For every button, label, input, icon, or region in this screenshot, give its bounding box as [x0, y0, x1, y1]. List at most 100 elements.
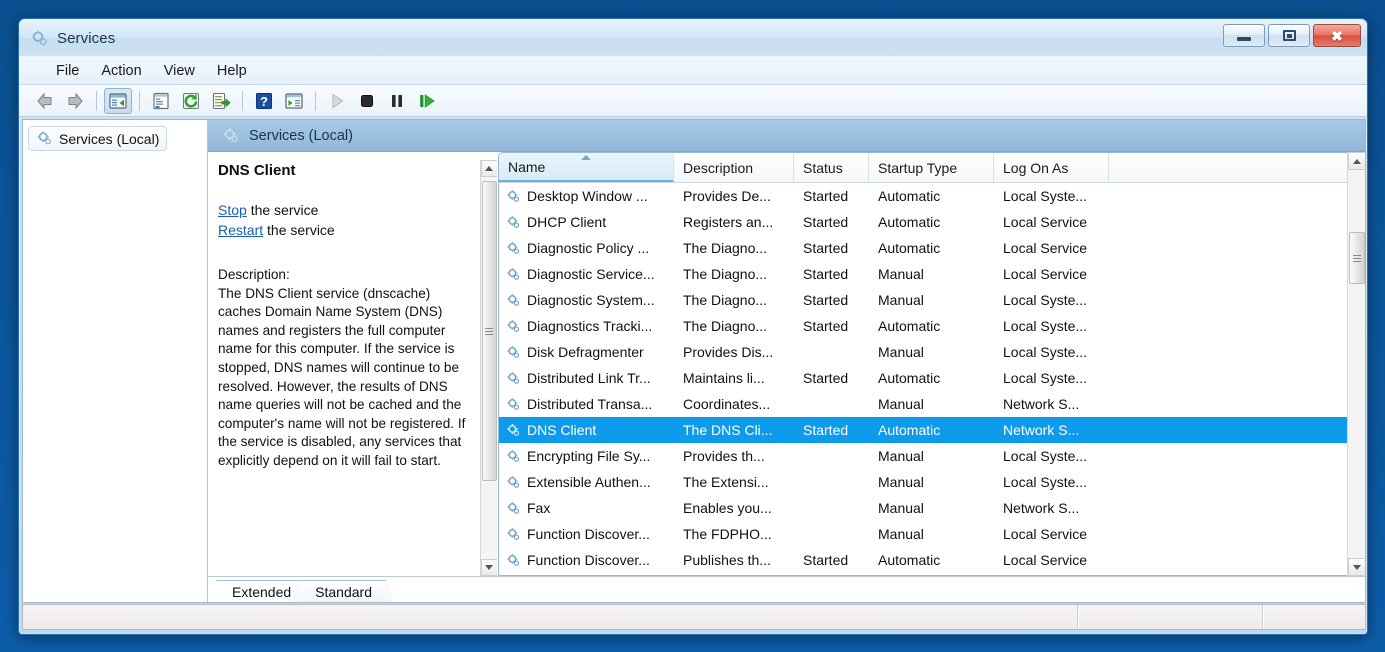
toolbar-separator-4	[315, 90, 316, 111]
cell-startup: Manual	[878, 344, 924, 360]
restore-icon	[1282, 30, 1296, 41]
table-row[interactable]: Diagnostics Tracki... The Diagno... Starte…	[499, 313, 1364, 339]
restore-button[interactable]	[1268, 24, 1310, 47]
cell-startup: Manual	[878, 448, 924, 464]
detail-scroll-track[interactable]	[480, 177, 497, 559]
table-row[interactable]: Diagnostic System... The Diagno... Started…	[499, 287, 1364, 313]
service-gear-icon	[506, 553, 521, 568]
table-row[interactable]: Distributed Transa... Coordinates... Manua…	[499, 391, 1364, 417]
show-hide-action-pane-icon	[285, 92, 303, 109]
description-label: Description:	[218, 267, 290, 282]
show-hide-action-pane-icon[interactable]	[280, 88, 308, 114]
table-row[interactable]: Function Discover... Publishes th... Start…	[499, 547, 1364, 573]
table-row[interactable]: Distributed Link Tr... Maintains li... Sta…	[499, 365, 1364, 391]
pause-service-icon	[392, 94, 402, 107]
properties-icon[interactable]	[147, 88, 175, 114]
service-gear-icon	[506, 215, 521, 230]
menu-help[interactable]: Help	[206, 60, 258, 82]
services-window: Services ✖ File Action View Help ? Servi…	[18, 18, 1368, 635]
services-list-rows[interactable]: Desktop Window ... Provides De... Started A…	[499, 183, 1364, 575]
close-button[interactable]: ✖	[1313, 24, 1361, 47]
column-header-log-on-as[interactable]: Log On As	[994, 153, 1109, 182]
cell-startup: Automatic	[878, 214, 941, 230]
service-gear-icon	[507, 319, 520, 332]
services-gear-icon	[223, 127, 238, 142]
column-header-description[interactable]: Description	[674, 153, 794, 182]
menu-action[interactable]: Action	[90, 60, 152, 82]
cell-text: Function Discover...	[527, 552, 650, 568]
table-row[interactable]: DHCP Client Registers an... Started Automat…	[499, 209, 1364, 235]
scroll-up-arrow-icon[interactable]	[1347, 152, 1365, 170]
menu-view[interactable]: View	[153, 60, 206, 82]
service-action-links: Stop the service Restart the service	[218, 200, 493, 240]
forward-arrow-icon[interactable]	[61, 88, 89, 114]
pause-service-icon[interactable]	[383, 88, 411, 114]
cell-description: The Extensi...	[683, 474, 769, 490]
panes-row: DNS Client Stop the service Restart the s…	[208, 152, 1365, 576]
table-row[interactable]: Fax Enables you... Manual Network S...	[499, 495, 1364, 521]
column-header-status[interactable]: Status	[794, 153, 869, 182]
table-row[interactable]: Diagnostic Policy ... The Diagno... Starte…	[499, 235, 1364, 261]
cell-logon: Local Syste...	[1003, 474, 1088, 490]
window-title: Services	[57, 29, 116, 47]
table-row[interactable]: Function Discover... The FDPHO... Manual Lo…	[499, 521, 1364, 547]
scroll-up-arrow-icon[interactable]	[480, 160, 497, 177]
cell-name: Diagnostics Tracki...	[499, 318, 674, 334]
cell-startup: Automatic	[878, 188, 941, 204]
console-header-label: Services (Local)	[249, 127, 353, 144]
properties-icon	[153, 92, 169, 109]
cell-text: Fax	[527, 500, 551, 516]
window-controls: ✖	[1223, 24, 1361, 47]
cell-name: Diagnostic Policy ...	[499, 240, 674, 256]
service-gear-icon	[507, 189, 520, 202]
show-hide-console-tree-icon[interactable]	[104, 87, 132, 114]
table-row[interactable]: Extensible Authen... The Extensi... Manual…	[499, 469, 1364, 495]
service-gear-icon	[507, 345, 520, 358]
service-gear-icon	[506, 293, 521, 308]
tab-label: Extended	[232, 583, 292, 600]
table-row[interactable]: Desktop Window ... Provides De... Started A…	[499, 183, 1364, 209]
refresh-icon[interactable]	[177, 88, 205, 114]
service-gear-icon	[507, 423, 520, 436]
console-pane-scrollbar[interactable]	[1347, 152, 1365, 576]
table-row[interactable]: Disk Defragmenter Provides Dis... Manual Lo…	[499, 339, 1364, 365]
detail-pane-scrollbar[interactable]	[480, 160, 497, 576]
table-row[interactable]: Diagnostic Service... The Diagno... Starte…	[499, 261, 1364, 287]
stop-service-link[interactable]: Stop	[218, 202, 247, 218]
cell-name: Diagnostic Service...	[499, 266, 674, 282]
scroll-down-arrow-icon[interactable]	[1347, 558, 1365, 576]
column-header-name[interactable]: Name	[499, 153, 674, 182]
column-header-label: Startup Type	[878, 159, 958, 176]
cell-description: The DNS Cli...	[683, 422, 773, 438]
table-row[interactable]: DNS Client The DNS Cli... Started Automatic…	[499, 417, 1364, 443]
tab-standard[interactable]: Standard	[291, 580, 394, 602]
cell-text: Encrypting File Sy...	[527, 448, 651, 464]
restart-service-icon[interactable]	[413, 88, 441, 114]
console-scroll-thumb[interactable]	[1348, 232, 1365, 284]
cell-name: Function Discover...	[499, 526, 674, 542]
cell-name: Function Discover...	[499, 552, 674, 568]
stop-service-link-line: Stop the service	[218, 200, 493, 220]
cell-description: Maintains li...	[683, 370, 765, 386]
cell-text: Function Discover...	[527, 526, 650, 542]
service-gear-icon	[507, 215, 520, 228]
help-icon[interactable]: ?	[250, 88, 278, 114]
cell-text: Desktop Window ...	[527, 188, 648, 204]
console-scroll-track[interactable]	[1347, 170, 1365, 558]
export-list-icon[interactable]	[207, 88, 235, 114]
menu-file[interactable]: File	[45, 60, 90, 82]
service-gear-icon	[506, 189, 521, 204]
stop-service-icon[interactable]	[353, 88, 381, 114]
table-row[interactable]: Encrypting File Sy... Provides th... Manua…	[499, 443, 1364, 469]
back-arrow-icon[interactable]	[31, 88, 59, 114]
service-gear-icon	[507, 553, 520, 566]
cell-startup: Manual	[878, 292, 924, 308]
restart-service-link[interactable]: Restart	[218, 222, 263, 238]
scroll-down-arrow-icon[interactable]	[480, 559, 497, 576]
detail-scroll-thumb[interactable]	[481, 181, 497, 481]
minimize-button[interactable]	[1223, 24, 1265, 47]
column-header-startup-type[interactable]: Startup Type	[869, 153, 994, 182]
cell-description: The Diagno...	[683, 292, 768, 308]
cell-logon: Local Syste...	[1003, 370, 1088, 386]
sidebar-item-services-local[interactable]: Services (Local)	[28, 126, 168, 151]
